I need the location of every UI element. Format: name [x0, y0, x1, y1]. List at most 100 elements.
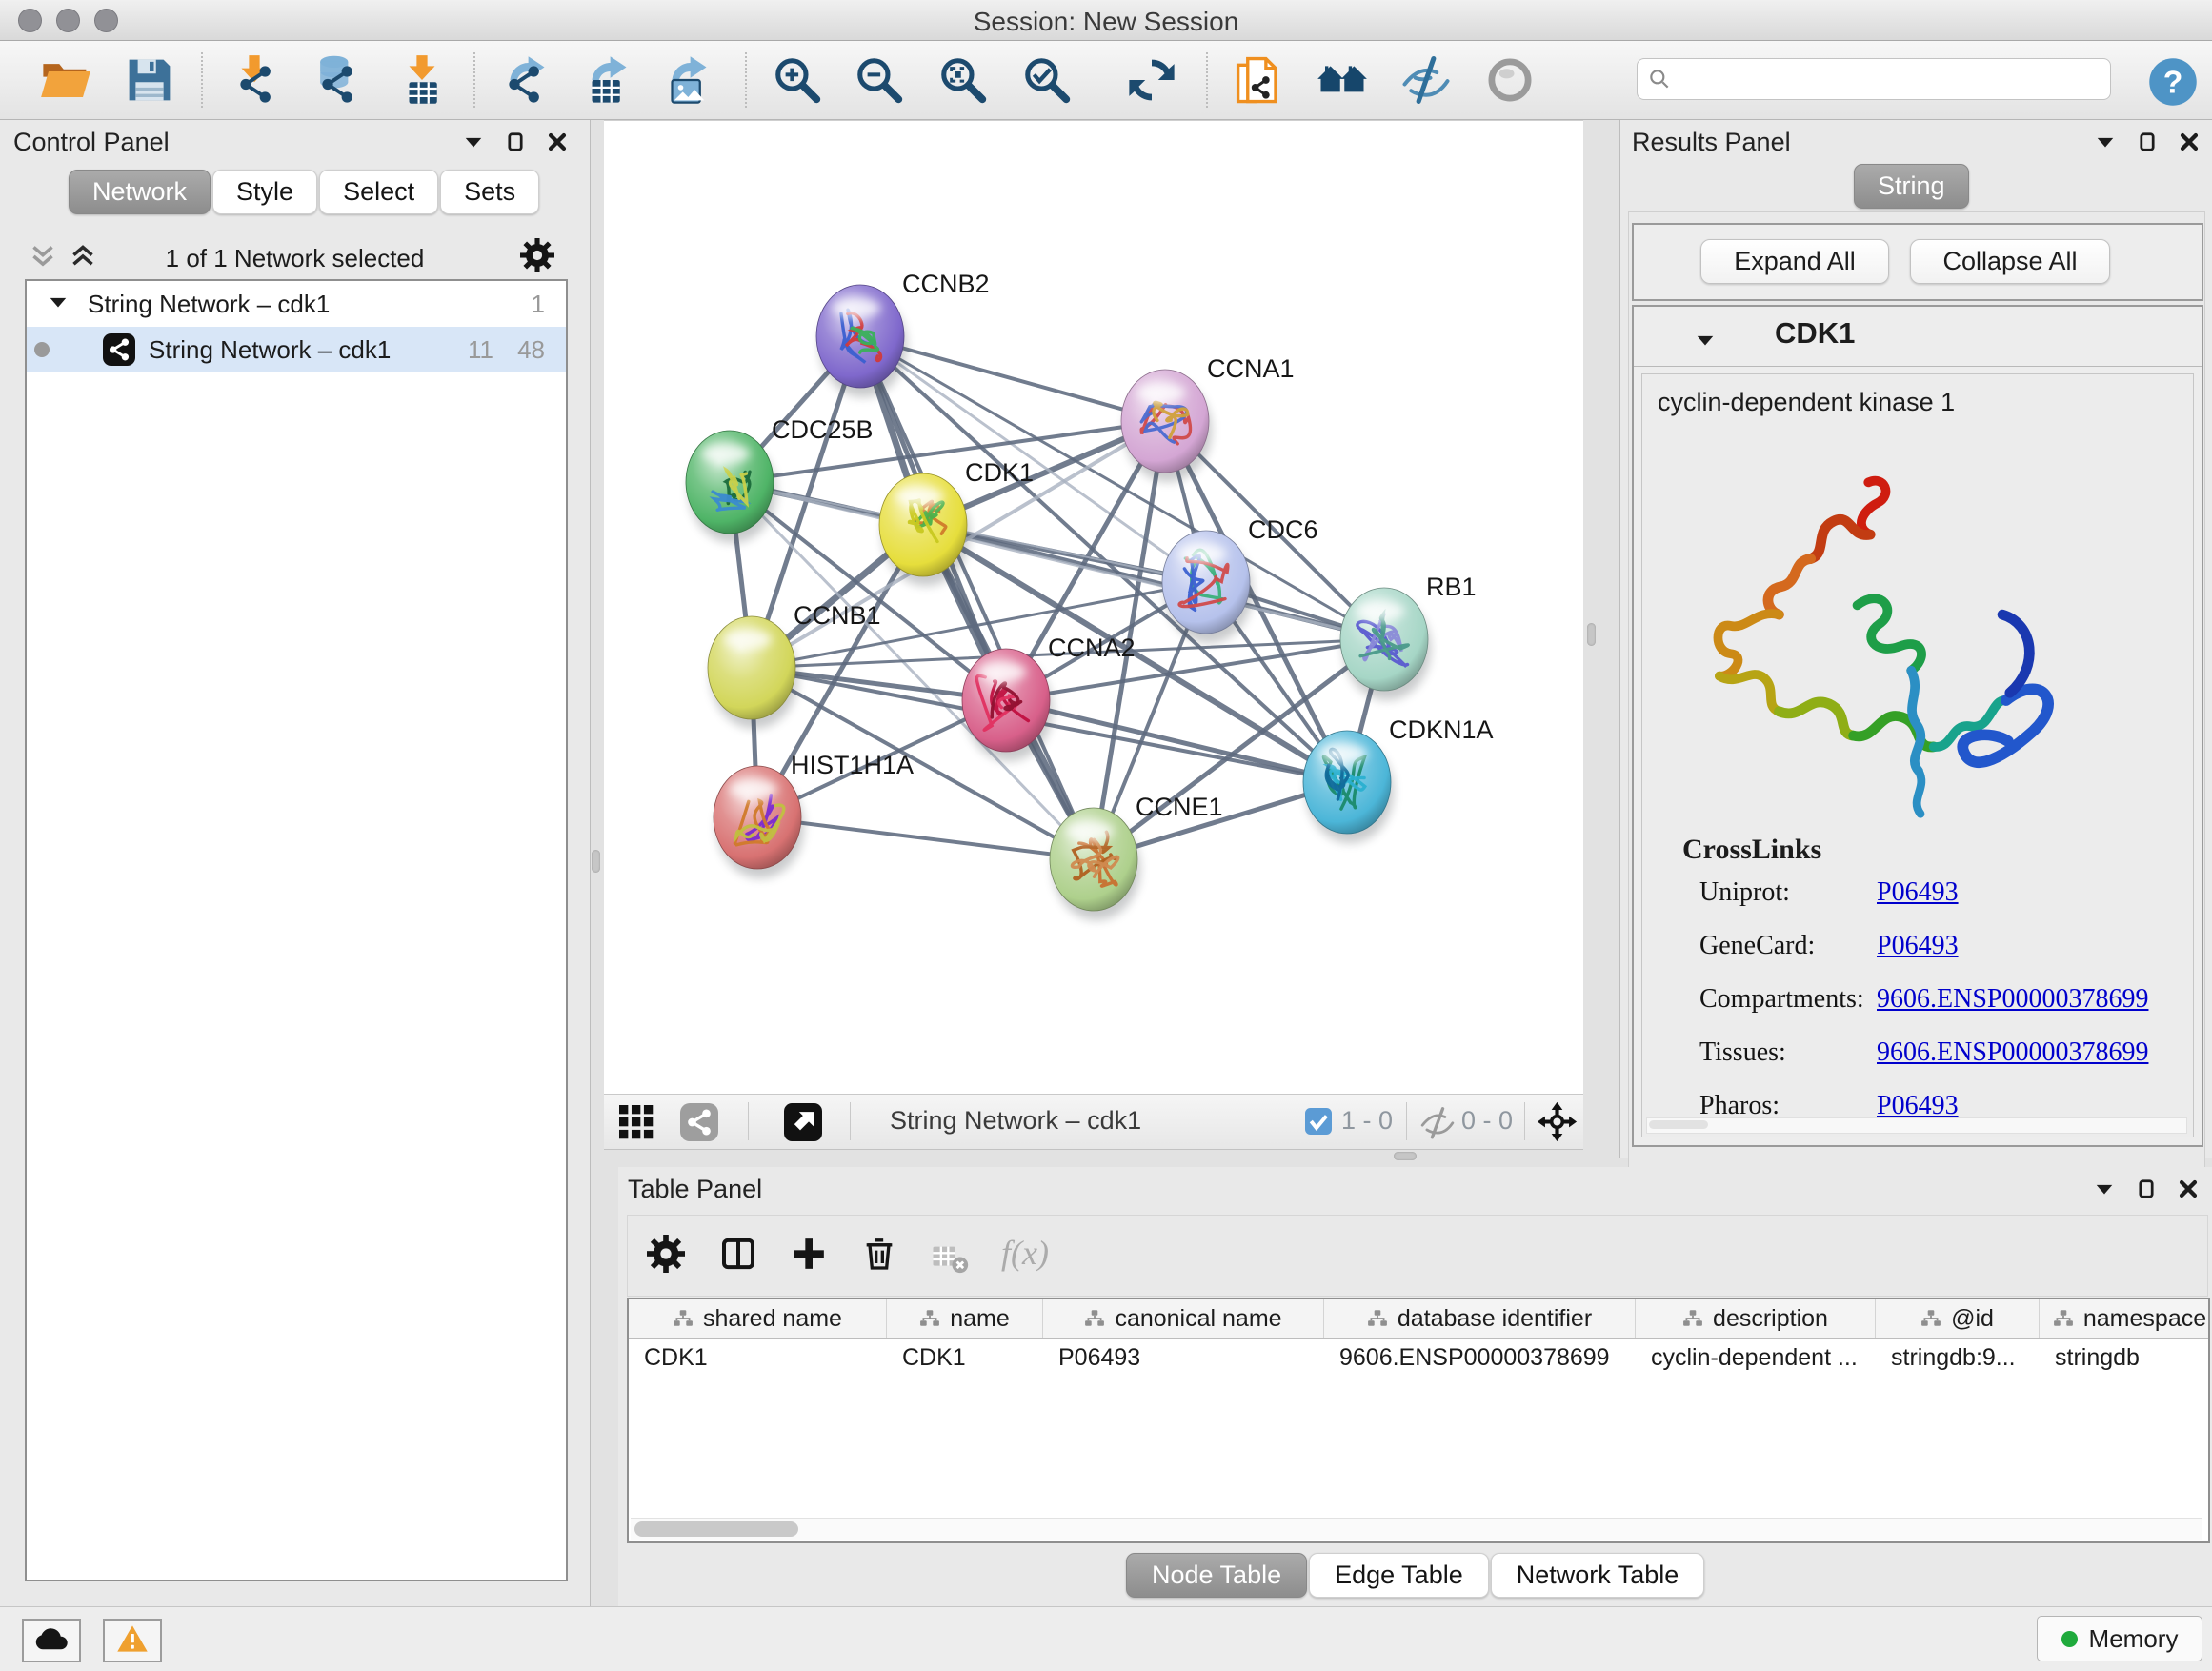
table-row[interactable]: CDK1CDK1P064939606.ENSP00000378699cyclin… — [629, 1339, 2208, 1377]
collapse-all-button[interactable]: Collapse All — [1910, 239, 2110, 284]
search-input[interactable] — [1679, 61, 2102, 95]
column-header-database-identifier[interactable]: database identifier — [1324, 1299, 1636, 1338]
navigate-crosshair-icon[interactable] — [1537, 1101, 1578, 1142]
network-node-CCNE1[interactable]: CCNE1 — [1050, 793, 1223, 920]
import-database-icon[interactable] — [311, 54, 362, 106]
add-row-icon[interactable] — [790, 1235, 828, 1278]
import-network-icon[interactable] — [229, 54, 280, 106]
column-header-canonical-name[interactable]: canonical name — [1043, 1299, 1324, 1338]
panel-menu-icon[interactable] — [2095, 131, 2116, 157]
create-column-icon[interactable] — [719, 1235, 757, 1278]
zoom-out-icon[interactable] — [854, 54, 905, 106]
crosslink-genecard-link[interactable]: P06493 — [1877, 931, 1959, 961]
bottom-splitter-handle[interactable] — [1394, 1152, 1417, 1160]
table-cell[interactable]: stringdb — [2040, 1339, 2210, 1377]
panel-float-icon[interactable] — [2136, 1178, 2157, 1204]
network-row-selected[interactable]: String Network – cdk1 11 48 — [27, 327, 566, 372]
results-hscrollbar[interactable] — [1646, 1117, 2187, 1134]
tab-network-table[interactable]: Network Table — [1491, 1553, 1705, 1598]
crosslink-uniprot-link[interactable]: P06493 — [1877, 877, 1959, 908]
help-icon[interactable]: ? — [2147, 56, 2193, 102]
network-share-icon[interactable] — [680, 1103, 718, 1141]
panel-float-icon[interactable] — [2137, 131, 2158, 157]
panel-menu-icon[interactable] — [2094, 1178, 2115, 1204]
network-node-CDC6[interactable]: CDC6 — [1162, 515, 1318, 643]
birds-eye-view-icon[interactable] — [784, 1103, 822, 1141]
table-cell[interactable]: 9606.ENSP00000378699 — [1324, 1339, 1636, 1377]
tree-expander-icon[interactable] — [48, 290, 69, 319]
delete-column-icon[interactable] — [860, 1235, 898, 1278]
gene-expander-icon[interactable] — [1695, 330, 1716, 355]
network-node-CDK1[interactable]: CDK1 — [879, 458, 1034, 586]
network-graph[interactable]: CCNB2CCNA1CDC25BCDK1CDC6RB1CCNB1CCNA2CDK… — [604, 121, 1583, 1095]
panel-close-icon[interactable] — [2179, 131, 2200, 157]
tab-style[interactable]: Style — [212, 170, 317, 214]
network-collection-row[interactable]: String Network – cdk1 1 — [27, 281, 566, 327]
tab-node-table[interactable]: Node Table — [1126, 1553, 1307, 1598]
tab-select[interactable]: Select — [319, 170, 438, 214]
zoom-fit-icon[interactable] — [937, 54, 989, 106]
hidden-eye-icon[interactable] — [1419, 1104, 1456, 1140]
tab-sets[interactable]: Sets — [440, 170, 539, 214]
network-node-RB1[interactable]: RB1 — [1340, 573, 1477, 700]
open-session-icon[interactable] — [40, 54, 91, 106]
left-splitter-handle[interactable] — [592, 850, 600, 873]
network-canvas[interactable]: CCNB2CCNA1CDC25BCDK1CDC6RB1CCNB1CCNA2CDK… — [604, 120, 1583, 1095]
network-node-CCNA2[interactable]: CCNA2 — [962, 634, 1136, 761]
warning-icon — [115, 1624, 150, 1658]
export-table-icon[interactable] — [579, 54, 631, 106]
network-node-CCNB2[interactable]: CCNB2 — [816, 270, 990, 397]
column-header-namespace[interactable]: namespace — [2040, 1299, 2210, 1338]
eye-icon[interactable] — [1484, 54, 1536, 106]
network-edge[interactable] — [860, 336, 1094, 859]
home-icon[interactable] — [1317, 54, 1368, 106]
zoom-in-icon[interactable] — [772, 54, 823, 106]
tab-edge-table[interactable]: Edge Table — [1309, 1553, 1489, 1598]
table-hscrollbar[interactable] — [631, 1518, 2202, 1540]
tab-string[interactable]: String — [1854, 164, 1969, 209]
memory-button[interactable]: Memory — [2037, 1616, 2202, 1661]
network-node-HIST1H1A[interactable]: HIST1H1A — [714, 751, 914, 878]
column-header-name[interactable]: name — [887, 1299, 1043, 1338]
network-options-gear-icon[interactable] — [520, 238, 554, 272]
tab-network[interactable]: Network — [69, 170, 211, 214]
table-body: CDK1CDK1P064939606.ENSP00000378699cyclin… — [629, 1339, 2208, 1377]
application-window: Session: New Session ? Control Panel — [0, 0, 2212, 1671]
column-header-@id[interactable]: @id — [1876, 1299, 2040, 1338]
cloud-button[interactable] — [22, 1619, 81, 1662]
crosslink-compartments-link[interactable]: 9606.ENSP00000378699 — [1877, 984, 2148, 1015]
column-header-shared-name[interactable]: shared name — [629, 1299, 887, 1338]
table-cell[interactable]: cyclin-dependent ... — [1636, 1339, 1876, 1377]
table-cell[interactable]: CDK1 — [629, 1339, 887, 1377]
selected-checkbox-icon[interactable] — [1305, 1108, 1332, 1135]
import-table-icon[interactable] — [396, 54, 448, 106]
export-network-icon[interactable] — [497, 54, 549, 106]
panel-float-icon[interactable] — [505, 131, 526, 157]
panel-close-icon[interactable] — [2178, 1178, 2199, 1204]
expand-all-button[interactable]: Expand All — [1700, 239, 1889, 284]
panel-menu-icon[interactable] — [463, 131, 484, 157]
network-node-CCNB1[interactable]: CCNB1 — [708, 601, 881, 729]
network-edge[interactable] — [757, 817, 1094, 859]
table-settings-gear-icon[interactable] — [647, 1235, 685, 1278]
table-cell[interactable]: stringdb:9... — [1876, 1339, 2040, 1377]
node-label: CDK1 — [965, 458, 1034, 487]
refresh-icon[interactable] — [1126, 54, 1177, 106]
string-document-icon[interactable] — [1233, 54, 1284, 106]
node-label: RB1 — [1426, 573, 1477, 601]
zoom-selected-icon[interactable] — [1021, 54, 1073, 106]
right-splitter-handle[interactable] — [1587, 623, 1596, 646]
column-header-description[interactable]: description — [1636, 1299, 1876, 1338]
grid-view-icon[interactable] — [619, 1105, 654, 1139]
hide-unhide-icon[interactable] — [1400, 54, 1452, 106]
panel-close-icon[interactable] — [547, 131, 568, 157]
table-cell[interactable]: CDK1 — [887, 1339, 1043, 1377]
crosslink-tissues-link[interactable]: 9606.ENSP00000378699 — [1877, 1037, 2148, 1068]
network-node-CDC25B[interactable]: CDC25B — [686, 415, 874, 543]
save-session-icon[interactable] — [124, 54, 175, 106]
warning-button[interactable] — [103, 1619, 162, 1662]
table-cell[interactable]: P06493 — [1043, 1339, 1324, 1377]
network-node-CDKN1A[interactable]: CDKN1A — [1303, 715, 1494, 843]
results-panel: Results Panel String Expand All Collapse… — [1619, 120, 2212, 1158]
export-image-icon[interactable] — [659, 54, 711, 106]
